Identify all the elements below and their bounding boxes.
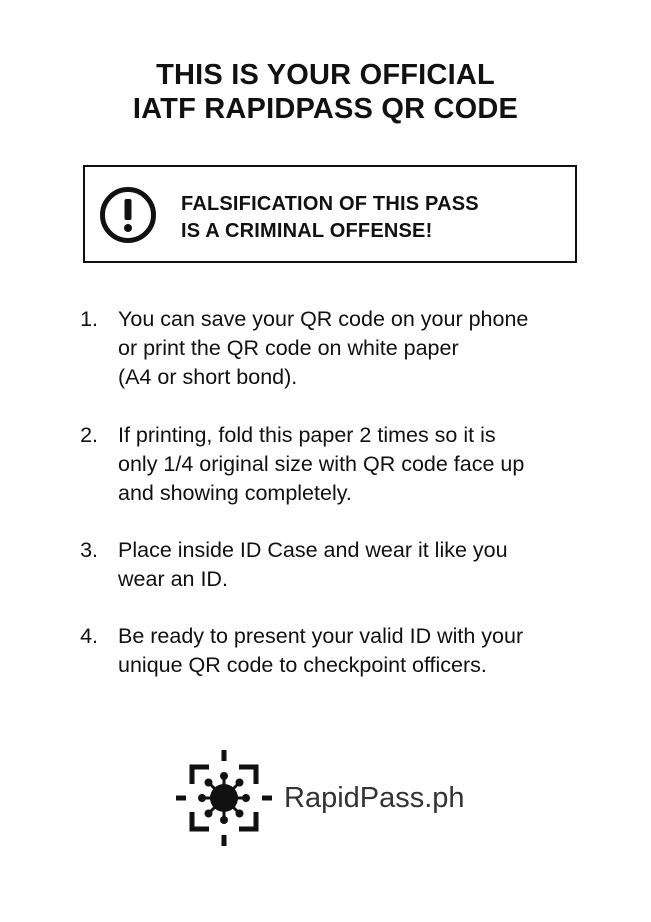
page-title: THIS IS YOUR OFFICIAL IATF RAPIDPASS QR … xyxy=(0,58,651,126)
exclamation-circle-icon xyxy=(100,187,156,243)
warning-box: FALSIFICATION OF THIS PASS IS A CRIMINAL… xyxy=(83,165,577,263)
instruction-line: You can save your QR code on your phone xyxy=(118,307,529,331)
instruction-number: 2. xyxy=(80,423,98,447)
instruction-line: or print the QR code on white paper xyxy=(118,336,459,360)
instruction-number: 1. xyxy=(80,307,98,331)
title-line-1: THIS IS YOUR OFFICIAL xyxy=(156,59,495,91)
title-line-2: IATF RAPIDPASS QR CODE xyxy=(132,93,519,125)
instruction-line: wear an ID. xyxy=(118,567,228,591)
instruction-line: unique QR code to checkpoint officers. xyxy=(118,653,487,677)
logo-text: RapidPass.ph xyxy=(284,782,465,814)
instruction-line: only 1/4 original size with QR code face… xyxy=(118,452,525,476)
instruction-line: Be ready to present your valid ID with y… xyxy=(118,624,524,648)
instruction-number: 3. xyxy=(80,538,98,562)
virus-target-icon xyxy=(176,750,272,846)
instruction-text: You can save your QR code on your phone … xyxy=(118,305,618,392)
instruction-line: (A4 or short bond). xyxy=(118,365,298,389)
warning-text: FALSIFICATION OF THIS PASS IS A CRIMINAL… xyxy=(181,191,479,245)
instruction-text: Be ready to present your valid ID with y… xyxy=(118,622,618,680)
instruction-text: Place inside ID Case and wear it like yo… xyxy=(118,536,618,594)
instruction-line: Place inside ID Case and wear it like yo… xyxy=(118,538,508,562)
instruction-number: 4. xyxy=(80,624,98,648)
rapidpass-logo: RapidPass.ph xyxy=(174,748,484,848)
warning-line-2: IS A CRIMINAL OFFENSE! xyxy=(181,220,433,242)
instruction-text: If printing, fold this paper 2 times so … xyxy=(118,421,618,508)
warning-line-1: FALSIFICATION OF THIS PASS xyxy=(181,193,479,215)
instruction-line: and showing completely. xyxy=(118,481,352,505)
instruction-line: If printing, fold this paper 2 times so … xyxy=(118,423,496,447)
